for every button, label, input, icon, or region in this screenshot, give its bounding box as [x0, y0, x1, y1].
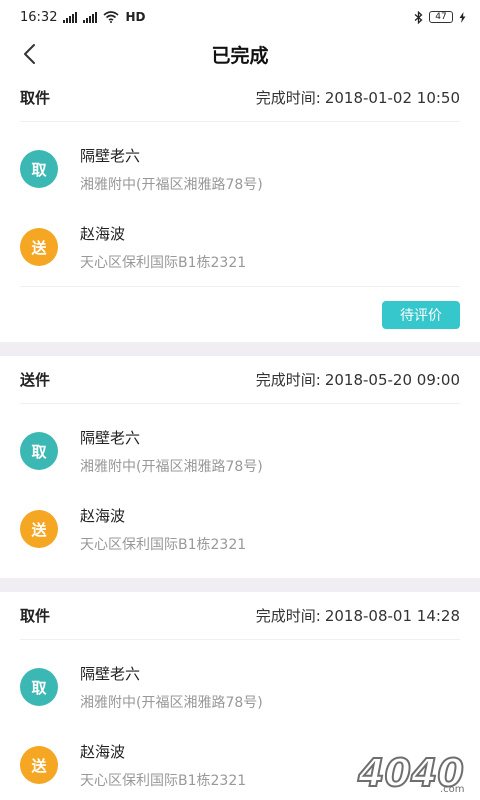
pickup-stop: 取 隔壁老六 湘雅附中(开福区湘雅路78号) — [20, 130, 460, 208]
status-bar: 16:32 HD 47 — [0, 0, 480, 34]
battery-icon: 47 — [429, 11, 453, 23]
bluetooth-icon — [414, 10, 423, 24]
order-header: 取件 完成时间: 2018-08-01 14:28 — [20, 592, 460, 640]
section-divider — [0, 578, 480, 592]
order-type: 送件 — [20, 371, 51, 389]
delivery-name: 赵海波 — [80, 506, 126, 525]
time-value: 2018-01-02 10:50 — [324, 89, 460, 107]
pickup-name: 隔壁老六 — [80, 146, 141, 165]
pickup-name: 隔壁老六 — [80, 664, 141, 683]
pending-review-button[interactable]: 待评价 — [382, 300, 460, 329]
delivery-badge: 送 — [20, 510, 58, 548]
pickup-address: 湘雅附中(开福区湘雅路78号) — [80, 458, 263, 475]
order-stops: 取 隔壁老六 湘雅附中(开福区湘雅路78号) 送 赵海波 天心区保利国际B1栋2… — [20, 122, 460, 286]
pickup-address: 湘雅附中(开福区湘雅路78号) — [80, 694, 263, 711]
time-label: 完成时间: — [255, 89, 321, 107]
page-title: 已完成 — [211, 44, 269, 67]
delivery-badge: 送 — [20, 228, 58, 266]
time-label: 完成时间: — [255, 371, 321, 389]
order-completed-time: 完成时间: 2018-01-02 10:50 — [256, 87, 460, 108]
order-stops: 取 隔壁老六 湘雅附中(开福区湘雅路78号) 送 赵海波 天心区保利国际B1栋2… — [20, 404, 460, 578]
order-completed-time: 完成时间: 2018-08-01 14:28 — [256, 605, 460, 626]
pickup-name: 隔壁老六 — [80, 428, 141, 447]
order-card[interactable]: 取件 完成时间: 2018-01-02 10:50 取 隔壁老六 湘雅附中(开福区… — [0, 74, 480, 342]
pickup-badge: 取 — [20, 150, 58, 188]
order-type: 取件 — [20, 607, 51, 625]
time-value: 2018-05-20 09:00 — [324, 371, 460, 389]
status-time: 16:32 — [20, 9, 58, 25]
pickup-address: 湘雅附中(开福区湘雅路78号) — [80, 176, 263, 193]
chevron-left-icon — [24, 44, 35, 64]
status-right: 47 — [414, 10, 466, 24]
time-value: 2018-08-01 14:28 — [324, 607, 460, 625]
time-label: 完成时间: — [255, 607, 321, 625]
status-left: 16:32 HD — [20, 10, 145, 25]
back-button[interactable] — [16, 40, 44, 68]
pickup-stop: 取 隔壁老六 湘雅附中(开福区湘雅路78号) — [20, 412, 460, 490]
order-stops: 取 隔壁老六 湘雅附中(开福区湘雅路78号) 送 赵海波 天心区保利国际B1栋2… — [20, 640, 460, 800]
delivery-stop: 送 赵海波 天心区保利国际B1栋2321 — [20, 490, 460, 568]
delivery-name: 赵海波 — [80, 224, 126, 243]
delivery-badge: 送 — [20, 746, 58, 784]
order-completed-time: 完成时间: 2018-05-20 09:00 — [256, 369, 460, 390]
charging-icon — [459, 11, 466, 23]
signal-2-icon — [83, 11, 98, 23]
wifi-icon — [103, 11, 119, 23]
pickup-badge: 取 — [20, 668, 58, 706]
nav-bar: 已完成 — [0, 34, 480, 74]
signal-1-icon — [63, 11, 78, 23]
delivery-address: 天心区保利国际B1栋2321 — [80, 536, 247, 553]
pickup-badge: 取 — [20, 432, 58, 470]
order-footer: 待评价 — [20, 286, 460, 342]
section-divider — [0, 342, 480, 356]
pickup-stop: 取 隔壁老六 湘雅附中(开福区湘雅路78号) — [20, 648, 460, 726]
order-card[interactable]: 取件 完成时间: 2018-08-01 14:28 取 隔壁老六 湘雅附中(开福区… — [0, 592, 480, 800]
network-type: HD — [125, 10, 146, 24]
delivery-stop: 送 赵海波 天心区保利国际B1栋2321 — [20, 208, 460, 286]
delivery-address: 天心区保利国际B1栋2321 — [80, 772, 247, 789]
order-header: 送件 完成时间: 2018-05-20 09:00 — [20, 356, 460, 404]
delivery-name: 赵海波 — [80, 742, 126, 761]
order-type: 取件 — [20, 89, 51, 107]
delivery-stop: 送 赵海波 天心区保利国际B1栋2321 — [20, 726, 460, 800]
delivery-address: 天心区保利国际B1栋2321 — [80, 254, 247, 271]
order-card[interactable]: 送件 完成时间: 2018-05-20 09:00 取 隔壁老六 湘雅附中(开福区… — [0, 356, 480, 578]
order-header: 取件 完成时间: 2018-01-02 10:50 — [20, 74, 460, 122]
